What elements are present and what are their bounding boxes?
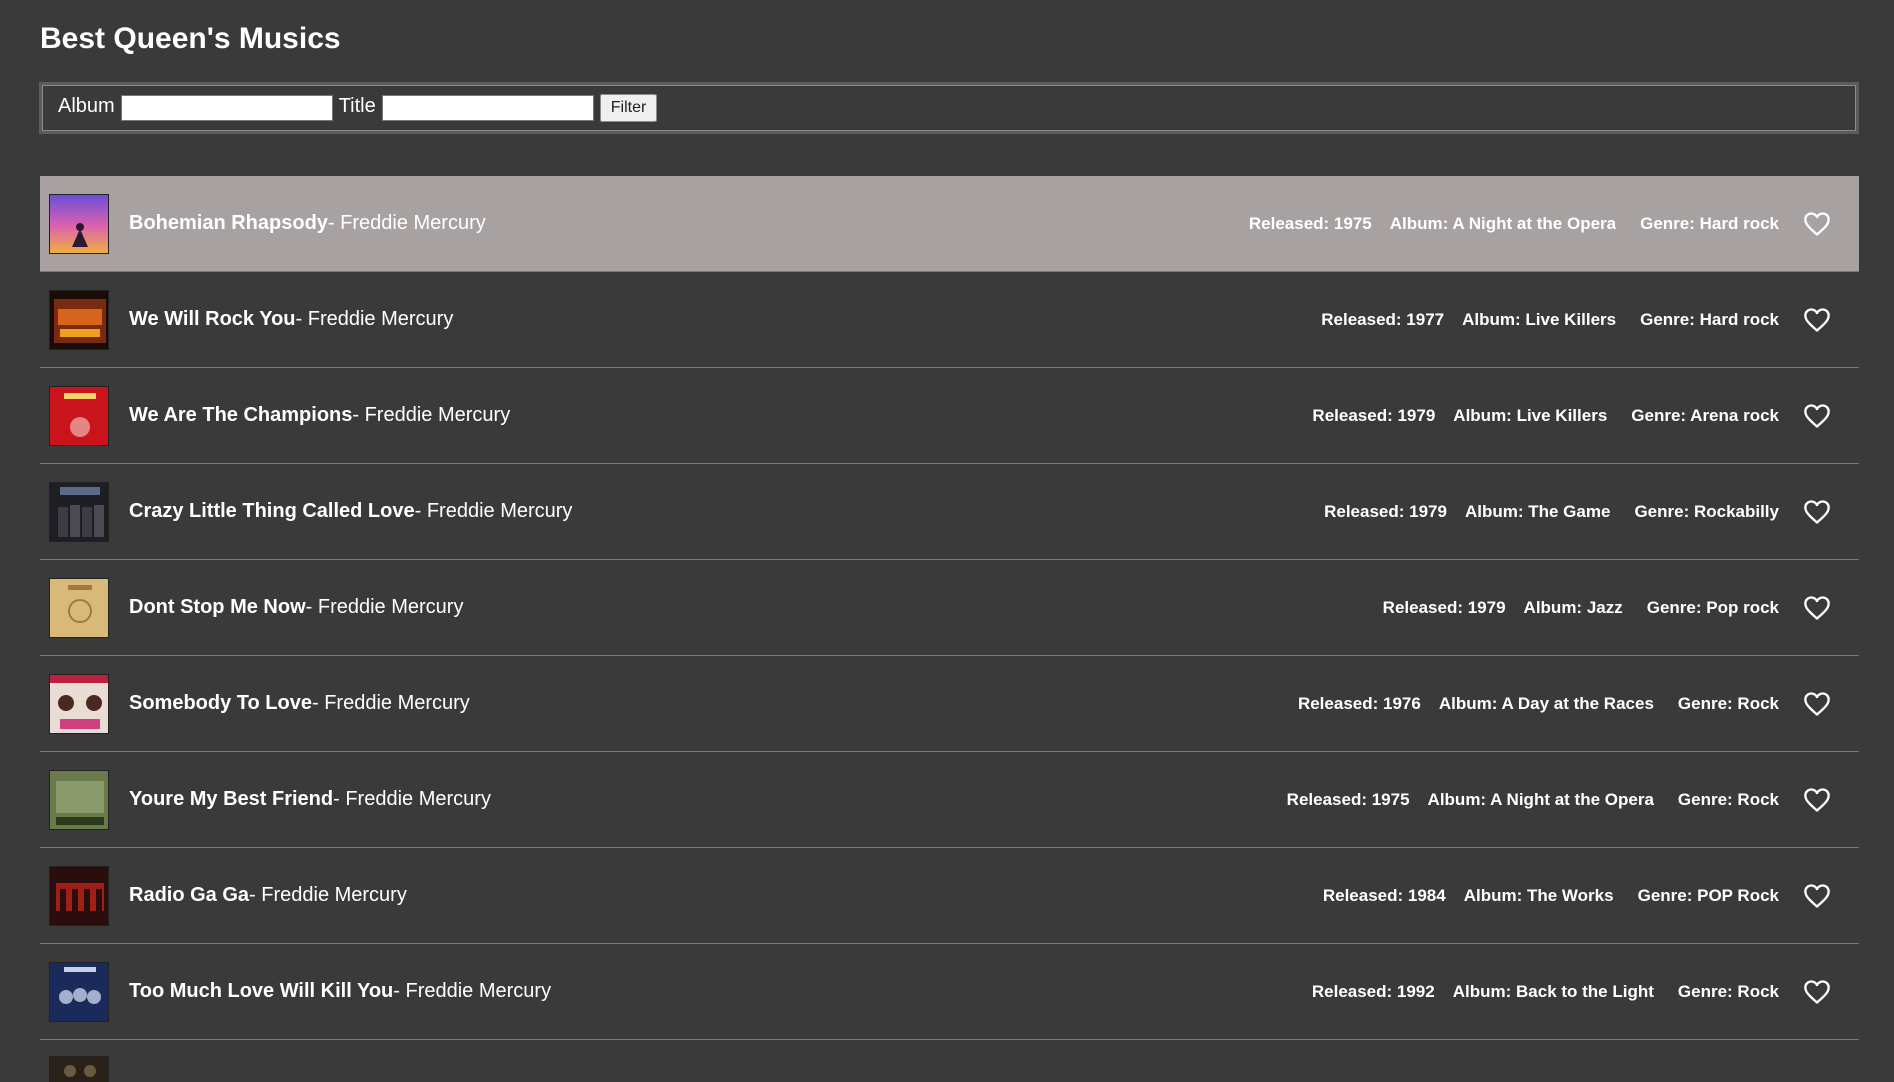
song-row[interactable]: Dont Stop Me Now - Freddie Mercury Relea… — [40, 560, 1859, 656]
album-name: Album: Live Killers — [1453, 405, 1608, 425]
genre: Genre: Pop rock — [1646, 597, 1779, 617]
song-artist: - Freddie Mercury — [393, 980, 552, 1002]
heart-icon[interactable] — [1803, 403, 1831, 429]
album-name: Album: A Night at the Opera — [1389, 213, 1617, 233]
song-meta: Released: 1975 Album: A Night at the Ope… — [1287, 752, 1779, 847]
song-title: Bohemian Rhapsody — [129, 212, 328, 234]
song-artist: - Freddie Mercury — [333, 788, 491, 810]
song-artist: - Freddie Mercury — [352, 404, 511, 426]
release-year: Released: 1984 — [1322, 885, 1446, 905]
song-artist: - Freddie Mercury — [311, 692, 470, 714]
song-title: Too Much Love Will Kill You — [129, 980, 394, 1002]
song-row[interactable]: Bohemian Rhapsody - Freddie Mercury Rele… — [40, 176, 1859, 272]
song-row[interactable]: Youre My Best Friend - Freddie Mercury R… — [40, 752, 1859, 848]
album-cover-image — [49, 385, 109, 446]
heart-icon[interactable] — [1803, 211, 1831, 237]
album-name: Album: Jazz — [1523, 597, 1623, 617]
song-title: We Will Rock You — [129, 308, 296, 330]
song-row[interactable]: We Will Rock You - Freddie Mercury Relea… — [40, 272, 1859, 368]
release-year: Released: 1976 — [1297, 693, 1421, 713]
album-cover-image — [49, 769, 109, 830]
song-title: Radio Ga Ga — [129, 884, 250, 906]
page-title: Best Queen's Musics — [40, 22, 341, 55]
song-row[interactable]: Radio Ga Ga - Freddie Mercury Released: … — [40, 848, 1859, 944]
filter-button[interactable]: Filter — [599, 94, 658, 122]
release-year: Released: 1977 — [1321, 309, 1445, 329]
heart-icon[interactable] — [1803, 979, 1831, 1005]
album-input[interactable] — [120, 95, 333, 121]
song-artist: - Freddie Mercury — [249, 884, 407, 906]
song-row[interactable]: We Are The Champions - Freddie Mercury R… — [40, 368, 1859, 464]
album-cover-image — [49, 193, 109, 254]
genre: Genre: POP Rock — [1637, 885, 1779, 905]
album-cover-image — [49, 577, 109, 638]
genre: Genre: Rock — [1677, 981, 1779, 1001]
album-cover-image — [49, 673, 109, 734]
album-cover-image — [49, 961, 109, 1022]
release-year: Released: 1979 — [1382, 597, 1506, 617]
song-meta: Released: 1979 Album: Jazz Genre: Pop ro… — [1383, 560, 1779, 655]
song-title: We Are The Champions — [129, 404, 353, 426]
album-name: Album: The Works — [1463, 885, 1614, 905]
release-year: Released: 1975 — [1248, 213, 1372, 233]
release-year: Released: 1979 — [1312, 405, 1436, 425]
album-label: Album — [58, 95, 115, 117]
song-meta: Released: 1975 Album: A Night at the Ope… — [1249, 176, 1779, 271]
title-label: Title — [338, 95, 376, 117]
genre: Genre: Rock — [1677, 789, 1779, 809]
heart-icon[interactable] — [1803, 883, 1831, 909]
song-meta: Released: 1979 Album: Live Killers Genre… — [1312, 368, 1779, 463]
song-title: Crazy Little Thing Called Love — [129, 500, 415, 522]
release-year: Released: 1979 — [1324, 501, 1447, 521]
page: Best Queen's Musics Album Title Filter B… — [0, 0, 1894, 1082]
album-name: Album: The Game — [1464, 501, 1611, 521]
song-meta: Released: 1979 Album: The Game Genre: Ro… — [1324, 464, 1779, 559]
genre: Genre: Hard rock — [1640, 309, 1779, 329]
song-row[interactable]: Too Much Love Will Kill You - Freddie Me… — [40, 944, 1859, 1040]
song-artist: - Freddie Mercury — [327, 212, 486, 234]
song-artist: - Freddie Mercury — [414, 500, 573, 522]
album-name: Album: Live Killers — [1462, 309, 1617, 329]
album-name: Album: A Night at the Opera — [1427, 789, 1654, 809]
genre: Genre: Arena rock — [1631, 405, 1779, 425]
song-title: Somebody To Love — [129, 692, 312, 714]
release-year: Released: 1992 — [1311, 981, 1435, 1001]
genre: Genre: Rock — [1677, 693, 1779, 713]
song-row[interactable]: Somebody To Love - Freddie Mercury Relea… — [40, 656, 1859, 752]
song-meta: Released: 1984 Album: The Works Genre: P… — [1323, 848, 1779, 943]
heart-icon[interactable] — [1803, 787, 1831, 813]
song-row[interactable]: Crazy Little Thing Called Love - Freddie… — [40, 464, 1859, 560]
album-name: Album: A Day at the Races — [1438, 693, 1654, 713]
song-row[interactable] — [40, 1040, 1859, 1082]
album-cover-image — [49, 481, 109, 542]
album-cover-image — [49, 1056, 109, 1082]
heart-icon[interactable] — [1803, 307, 1831, 333]
song-meta: Released: 1977 Album: Live Killers Genre… — [1321, 272, 1779, 367]
song-title: Youre My Best Friend — [129, 788, 334, 810]
genre: Genre: Rockabilly — [1634, 501, 1779, 521]
song-title: Dont Stop Me Now — [129, 596, 306, 618]
heart-icon[interactable] — [1803, 595, 1831, 621]
album-cover-image — [49, 289, 109, 350]
song-artist: - Freddie Mercury — [305, 596, 464, 618]
album-cover-image — [49, 865, 109, 926]
title-input[interactable] — [381, 95, 594, 121]
heart-icon[interactable] — [1803, 499, 1831, 525]
album-name: Album: Back to the Light — [1452, 981, 1654, 1001]
song-artist: - Freddie Mercury — [295, 308, 454, 330]
heart-icon[interactable] — [1803, 691, 1831, 717]
song-list: Bohemian Rhapsody - Freddie Mercury Rele… — [40, 176, 1859, 1082]
filter-bar: Album Title Filter — [39, 82, 1859, 134]
genre: Genre: Hard rock — [1640, 213, 1779, 233]
release-year: Released: 1975 — [1286, 789, 1410, 809]
song-meta: Released: 1992 Album: Back to the Light … — [1312, 944, 1779, 1039]
song-meta: Released: 1976 Album: A Day at the Races… — [1298, 656, 1779, 751]
